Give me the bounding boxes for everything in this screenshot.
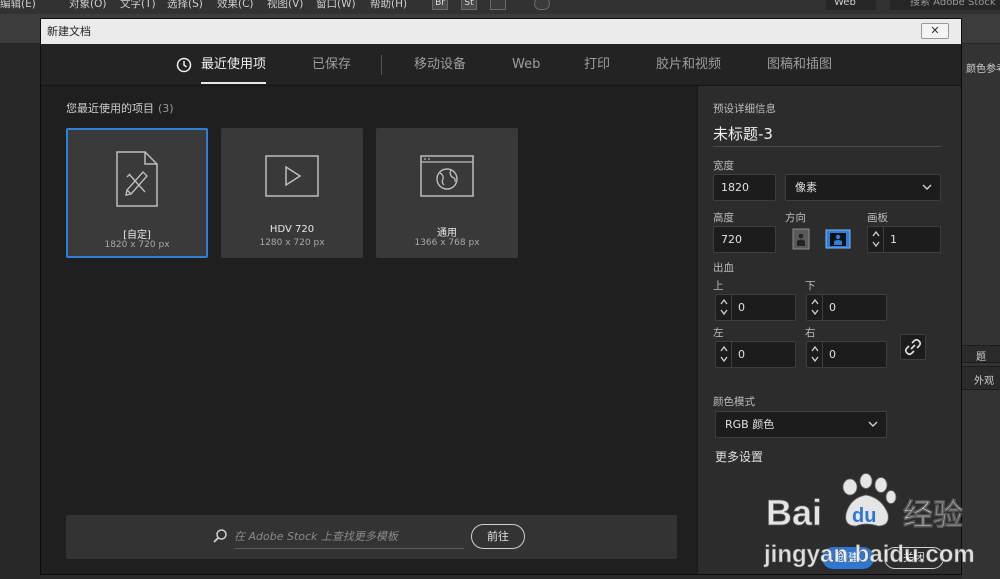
tab-recent[interactable]: 最近使用项 bbox=[201, 44, 267, 86]
panel-tab-label[interactable]: 题 bbox=[976, 348, 986, 363]
video-play-icon bbox=[265, 155, 319, 197]
orientation-label: 方向 bbox=[785, 212, 806, 224]
landscape-orientation-icon[interactable] bbox=[825, 228, 851, 250]
bridge-button[interactable]: Br bbox=[432, 0, 448, 10]
bleed-bottom-stepper[interactable]: 0 bbox=[806, 294, 887, 321]
recent-heading: 您最近使用的项目 (3) bbox=[66, 102, 174, 115]
stock-search-input[interactable] bbox=[234, 524, 464, 549]
preset-size: 1280 x 720 px bbox=[259, 238, 325, 248]
bleed-left-stepper[interactable]: 0 bbox=[715, 341, 796, 368]
stock-search-field[interactable]: 搜索 Adobe Stock bbox=[890, 0, 1000, 10]
tab-art-illustration[interactable]: 图稿和插图 bbox=[767, 44, 832, 86]
bleed-label: 出血 bbox=[713, 262, 734, 274]
arrange-documents-icon[interactable] bbox=[490, 0, 506, 10]
menu-item-edit[interactable]: 编辑(E) bbox=[0, 0, 36, 11]
document-name-field[interactable]: 未标题-3 bbox=[713, 123, 941, 147]
preset-tile-hdv720[interactable]: HDV 720 1280 x 720 px bbox=[221, 128, 363, 258]
menu-item-type[interactable]: 文字(T) bbox=[120, 0, 156, 11]
preset-name: [自定] bbox=[123, 230, 151, 241]
close-button[interactable]: 关闭 bbox=[884, 547, 944, 569]
color-mode-select[interactable]: RGB 颜色 bbox=[715, 411, 887, 438]
bleed-left-value[interactable]: 0 bbox=[738, 342, 745, 367]
menu-item-window[interactable]: 窗口(W) bbox=[316, 0, 356, 11]
preset-details-panel: 预设详细信息 未标题-3 宽度 1820 像素 高度 720 方向 画板 1 出… bbox=[697, 86, 961, 574]
app-tools-panel bbox=[0, 44, 40, 579]
tab-mobile[interactable]: 移动设备 bbox=[414, 44, 466, 86]
go-button[interactable]: 前往 bbox=[471, 524, 525, 549]
unit-select[interactable]: 像素 bbox=[785, 174, 941, 201]
workspace-switcher[interactable]: Web bbox=[826, 0, 876, 10]
bleed-right-value[interactable]: 0 bbox=[829, 342, 836, 367]
link-bleed-button[interactable] bbox=[900, 334, 926, 360]
panel-strip: 题 bbox=[962, 345, 1000, 363]
menu-item-view[interactable]: 视图(V) bbox=[267, 0, 303, 11]
stepper-arrows-icon[interactable] bbox=[807, 295, 823, 320]
bleed-top-stepper[interactable]: 0 bbox=[715, 294, 796, 321]
artboards-stepper[interactable]: 1 bbox=[867, 226, 941, 253]
stock-button[interactable]: St bbox=[461, 0, 477, 10]
tab-print[interactable]: 打印 bbox=[584, 44, 610, 86]
bleed-left-label: 左 bbox=[713, 327, 724, 339]
clock-icon bbox=[176, 57, 192, 73]
details-heading: 预设详细信息 bbox=[713, 103, 776, 115]
appearance-panel-tab[interactable]: 外观 bbox=[974, 372, 994, 387]
dialog-titlebar: 新建文档 ✕ bbox=[41, 19, 961, 44]
dialog-close-button[interactable]: ✕ bbox=[921, 23, 949, 39]
chain-link-icon bbox=[904, 338, 922, 356]
bleed-right-stepper[interactable]: 0 bbox=[806, 341, 887, 368]
category-tabs: 最近使用项 已保存 移动设备 Web 打印 胶片和视频 图稿和插图 bbox=[41, 44, 961, 86]
artboards-label: 画板 bbox=[867, 212, 888, 224]
stepper-arrows-icon[interactable] bbox=[807, 342, 823, 367]
menu-item-help[interactable]: 帮助(H) bbox=[370, 0, 407, 11]
app-right-panels bbox=[962, 44, 1000, 579]
menu-item-select[interactable]: 选择(S) bbox=[167, 0, 203, 11]
width-input[interactable]: 1820 bbox=[713, 174, 776, 201]
menu-item-effect[interactable]: 效果(C) bbox=[217, 0, 254, 11]
recent-items-area: 您最近使用的项目 (3) [自定] 1820 x 720 px HDV 720 1… bbox=[41, 86, 697, 574]
appearance-panel-strip: 外观 bbox=[962, 366, 1000, 390]
menu-item-object[interactable]: 对象(O) bbox=[69, 0, 106, 11]
bleed-top-value[interactable]: 0 bbox=[738, 295, 745, 320]
app-menubar: 编辑(E) 对象(O) 文字(T) 选择(S) 效果(C) 视图(V) 窗口(W… bbox=[0, 0, 1000, 14]
globe-browser-icon bbox=[420, 155, 474, 197]
preset-size: 1820 x 720 px bbox=[104, 240, 170, 250]
color-guide-panel-tab[interactable]: 颜色参考 bbox=[966, 60, 1000, 75]
stepper-arrows-icon[interactable] bbox=[716, 295, 732, 320]
width-label: 宽度 bbox=[713, 160, 734, 172]
bleed-bottom-value[interactable]: 0 bbox=[829, 295, 836, 320]
bleed-bottom-label: 下 bbox=[805, 280, 816, 292]
bleed-right-label: 右 bbox=[805, 327, 816, 339]
stepper-arrows-icon[interactable] bbox=[716, 342, 732, 367]
more-settings-link[interactable]: 更多设置 bbox=[715, 448, 763, 465]
custom-document-icon bbox=[116, 151, 158, 207]
search-icon bbox=[213, 529, 227, 543]
stepper-arrows-icon[interactable] bbox=[868, 227, 884, 252]
preset-name: 通用 bbox=[437, 228, 457, 239]
height-label: 高度 bbox=[713, 212, 734, 224]
artboards-value[interactable]: 1 bbox=[890, 227, 897, 252]
preset-tile-general[interactable]: 通用 1366 x 768 px bbox=[376, 128, 518, 258]
chevron-down-icon bbox=[868, 421, 878, 427]
create-button[interactable]: 创建 bbox=[822, 547, 874, 569]
preset-tile-custom[interactable]: [自定] 1820 x 720 px bbox=[66, 128, 208, 258]
stock-template-search: 前往 bbox=[66, 515, 677, 559]
preset-name: HDV 720 bbox=[269, 224, 315, 235]
preset-size: 1366 x 768 px bbox=[414, 238, 480, 248]
bleed-top-label: 上 bbox=[713, 280, 724, 292]
recent-count: (3) bbox=[158, 102, 174, 115]
new-document-dialog: 新建文档 ✕ 最近使用项 已保存 移动设备 Web 打印 胶片和视频 图稿和插图… bbox=[40, 18, 962, 575]
portrait-orientation-icon[interactable] bbox=[790, 228, 812, 250]
height-input[interactable]: 720 bbox=[713, 226, 776, 253]
tab-film-video[interactable]: 胶片和视频 bbox=[656, 44, 721, 86]
tab-divider bbox=[381, 55, 382, 75]
chevron-down-icon bbox=[922, 184, 932, 190]
color-mode-label: 颜色模式 bbox=[713, 396, 755, 408]
dialog-title: 新建文档 bbox=[47, 25, 91, 38]
gpu-performance-icon[interactable] bbox=[534, 0, 550, 10]
tab-saved[interactable]: 已保存 bbox=[312, 44, 351, 86]
tab-web[interactable]: Web bbox=[512, 44, 540, 86]
